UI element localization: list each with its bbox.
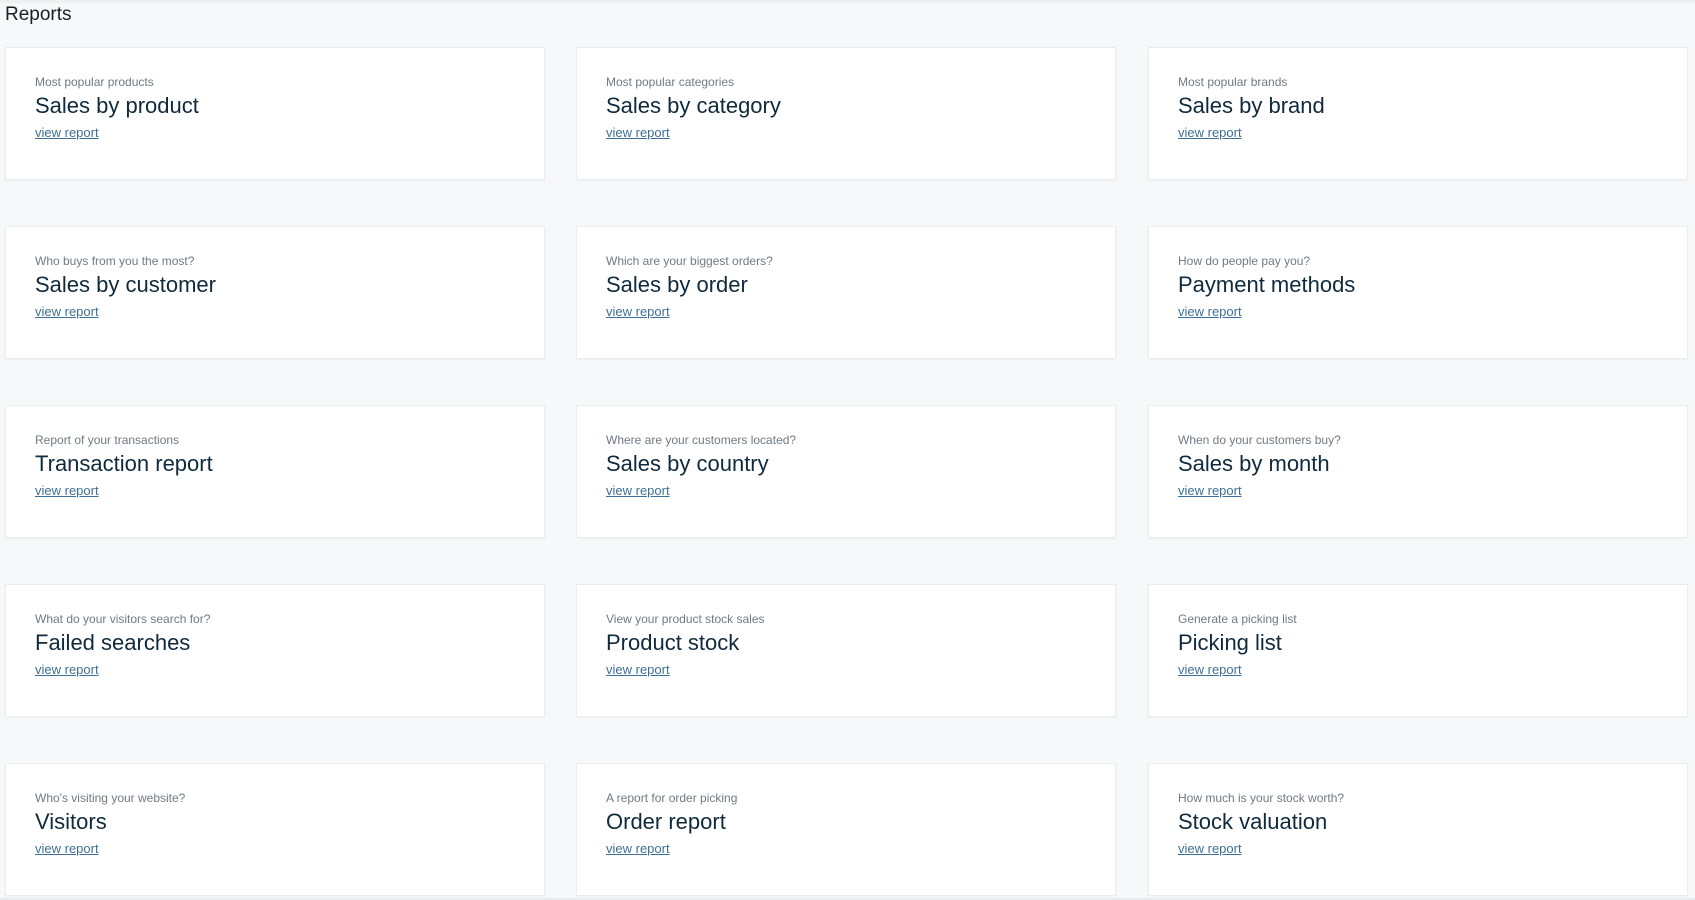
report-card-picking-list: Generate a picking list Picking list vie…: [1148, 584, 1688, 717]
view-report-link[interactable]: view report: [1178, 483, 1242, 499]
card-title: Sales by brand: [1178, 93, 1325, 118]
report-card-visitors: Who's visiting your website? Visitors vi…: [5, 763, 545, 896]
report-card-stock-valuation: How much is your stock worth? Stock valu…: [1148, 763, 1688, 896]
card-subtitle: Which are your biggest orders?: [606, 254, 773, 268]
view-report-link[interactable]: view report: [1178, 125, 1242, 141]
card-subtitle: Who's visiting your website?: [35, 791, 186, 805]
report-card-sales-by-brand: Most popular brands Sales by brand view …: [1148, 47, 1688, 180]
reports-page: Reports Most popular products Sales by p…: [0, 0, 1695, 900]
card-subtitle: When do your customers buy?: [1178, 433, 1341, 447]
report-card-sales-by-country: Where are your customers located? Sales …: [576, 405, 1116, 538]
view-report-link[interactable]: view report: [35, 125, 99, 141]
page-title: Reports: [5, 4, 72, 25]
view-report-link[interactable]: view report: [35, 662, 99, 678]
report-card-sales-by-product: Most popular products Sales by product v…: [5, 47, 545, 180]
card-subtitle: Report of your transactions: [35, 433, 180, 447]
card-title: Picking list: [1178, 630, 1282, 655]
card-subtitle: Most popular products: [35, 75, 154, 89]
card-subtitle: Who buys from you the most?: [35, 254, 195, 268]
view-report-link[interactable]: view report: [606, 125, 670, 141]
view-report-link[interactable]: view report: [35, 841, 99, 857]
view-report-link[interactable]: view report: [1178, 662, 1242, 678]
card-title: Sales by order: [606, 272, 748, 297]
card-title: Transaction report: [35, 451, 213, 476]
card-subtitle: How do people pay you?: [1178, 254, 1311, 268]
report-card-transaction-report: Report of your transactions Transaction …: [5, 405, 545, 538]
card-title: Sales by category: [606, 93, 781, 118]
view-report-link[interactable]: view report: [606, 304, 670, 320]
view-report-link[interactable]: view report: [1178, 304, 1242, 320]
report-card-payment-methods: How do people pay you? Payment methods v…: [1148, 226, 1688, 359]
report-card-sales-by-customer: Who buys from you the most? Sales by cus…: [5, 226, 545, 359]
card-subtitle: How much is your stock worth?: [1178, 791, 1345, 805]
view-report-link[interactable]: view report: [1178, 841, 1242, 857]
card-title: Stock valuation: [1178, 809, 1328, 834]
report-card-sales-by-order: Which are your biggest orders? Sales by …: [576, 226, 1116, 359]
card-subtitle: Most popular categories: [606, 75, 735, 89]
card-subtitle: Where are your customers located?: [606, 433, 797, 447]
report-card-order-report: A report for order picking Order report …: [576, 763, 1116, 896]
card-title: Product stock: [606, 630, 740, 655]
report-card-sales-by-category: Most popular categories Sales by categor…: [576, 47, 1116, 180]
view-report-link[interactable]: view report: [606, 662, 670, 678]
view-report-link[interactable]: view report: [35, 483, 99, 499]
card-subtitle: Most popular brands: [1178, 75, 1288, 89]
card-subtitle: View your product stock sales: [606, 612, 765, 626]
card-subtitle: A report for order picking: [606, 791, 738, 805]
card-title: Payment methods: [1178, 272, 1356, 297]
view-report-link[interactable]: view report: [606, 841, 670, 857]
card-title: Sales by product: [35, 93, 199, 118]
card-title: Order report: [606, 809, 726, 834]
report-card-product-stock: View your product stock sales Product st…: [576, 584, 1116, 717]
view-report-link[interactable]: view report: [35, 304, 99, 320]
card-title: Sales by month: [1178, 451, 1330, 476]
report-card-sales-by-month: When do your customers buy? Sales by mon…: [1148, 405, 1688, 538]
view-report-link[interactable]: view report: [606, 483, 670, 499]
card-title: Sales by country: [606, 451, 769, 476]
card-title: Visitors: [35, 809, 107, 834]
card-subtitle: Generate a picking list: [1178, 612, 1297, 626]
report-card-failed-searches: What do your visitors search for? Failed…: [5, 584, 545, 717]
card-subtitle: What do your visitors search for?: [35, 612, 211, 626]
card-title: Failed searches: [35, 630, 191, 655]
card-title: Sales by customer: [35, 272, 216, 297]
